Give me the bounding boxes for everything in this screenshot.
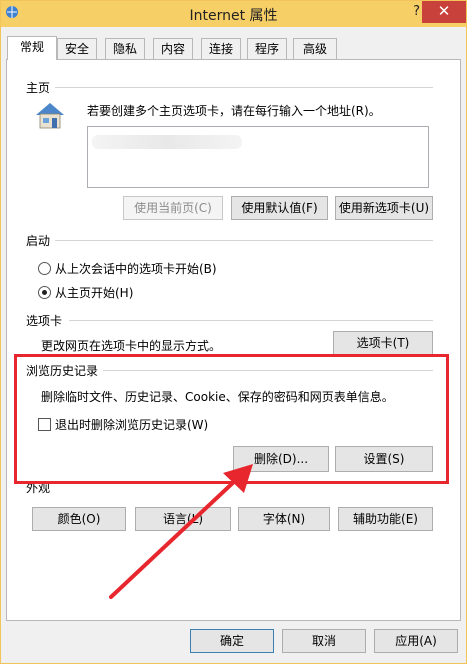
annotation-arrow-icon — [109, 464, 253, 599]
tab-general[interactable]: 常规 — [7, 36, 57, 60]
internet-properties-dialog: Internet 属性 ? ✕ 常规 安全 隐私 内容 连接 程序 高级 主页 … — [0, 0, 467, 664]
